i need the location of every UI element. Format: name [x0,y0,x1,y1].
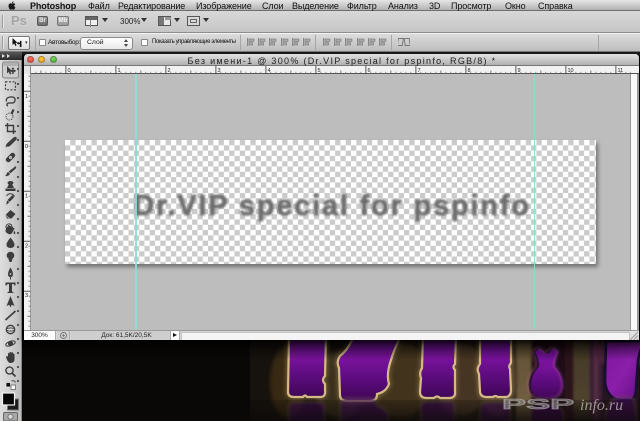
svg-text:2: 2 [25,243,28,249]
svg-text:0: 0 [25,144,28,150]
svg-text:3: 3 [25,293,28,299]
svg-text:1: 1 [25,94,28,100]
svg-text:1: 1 [25,194,28,200]
